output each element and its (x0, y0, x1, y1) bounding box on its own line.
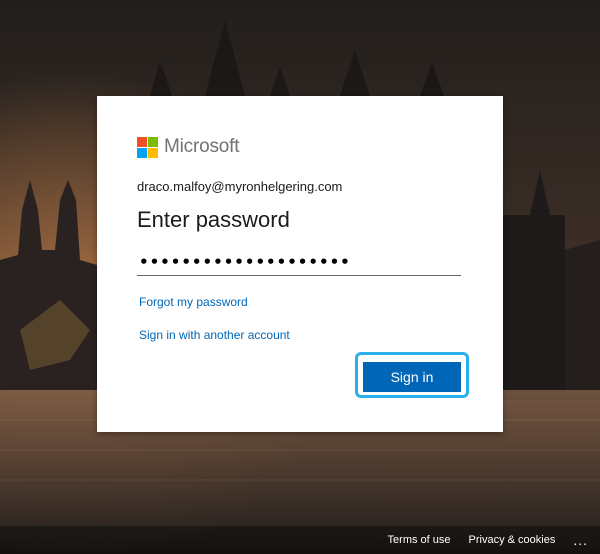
logo-square-red (137, 136, 147, 147)
logo-text: Microsoft (164, 136, 240, 157)
page-title: Enter password (137, 207, 290, 232)
microsoft-logo-icon (137, 136, 158, 158)
password-input[interactable] (137, 248, 461, 276)
forgot-password-link[interactable]: Forgot my password (139, 295, 248, 309)
privacy-cookies-link[interactable]: Privacy & cookies (469, 534, 556, 546)
microsoft-logo: Microsoft (137, 136, 239, 158)
page-footer: Terms of use Privacy & cookies ... (388, 526, 600, 554)
logo-square-green (148, 136, 158, 147)
logo-square-blue (137, 147, 147, 158)
sign-in-button[interactable]: Sign in (363, 362, 461, 392)
more-options-icon[interactable]: ... (573, 532, 588, 548)
other-account-link: Sign in with another account (139, 328, 290, 342)
sign-in-card: Microsoft draco.malfoy@myronhelgering.co… (97, 96, 503, 432)
logo-square-yellow (148, 147, 158, 158)
account-email: draco.malfoy@myronhelgering.com (137, 179, 343, 194)
terms-of-use-link[interactable]: Terms of use (388, 534, 451, 546)
